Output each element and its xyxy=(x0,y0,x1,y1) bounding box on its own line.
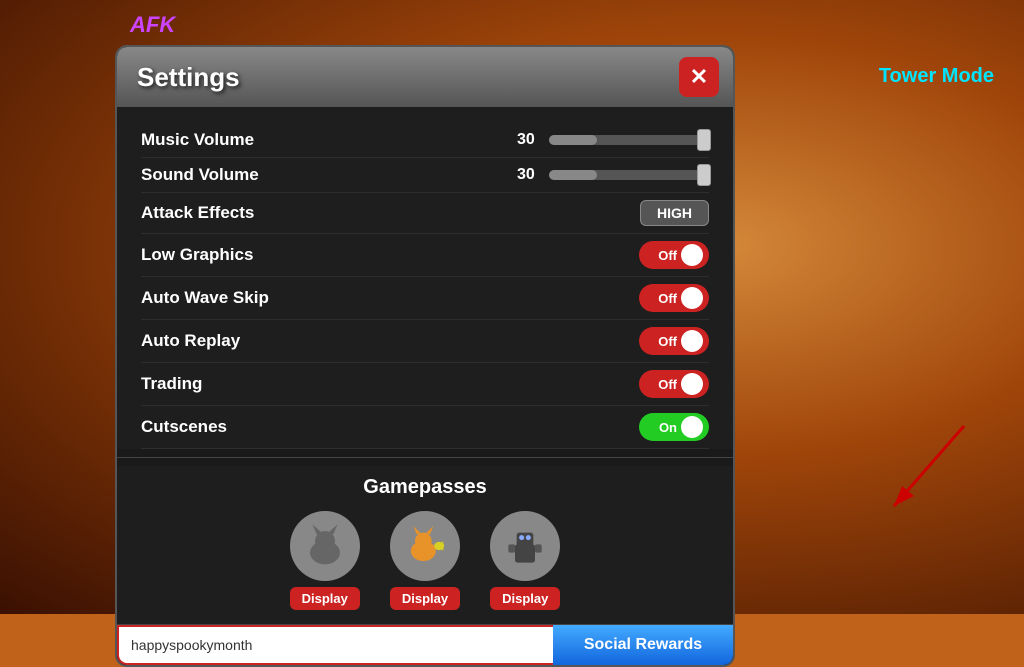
trading-toggle-knob xyxy=(681,373,703,395)
gamepass-display-button-2[interactable]: Display xyxy=(390,587,460,610)
trading-label: Trading xyxy=(141,374,202,394)
auto-wave-skip-toggle[interactable]: Off xyxy=(639,284,709,312)
auto-replay-toggle-knob xyxy=(681,330,703,352)
auto-wave-skip-toggle-label: Off xyxy=(658,291,677,306)
music-volume-label: Music Volume xyxy=(141,130,254,150)
auto-replay-toggle-label: Off xyxy=(658,334,677,349)
attack-effects-row: Attack Effects HIGH xyxy=(141,193,709,234)
gamepass-item-3: Display xyxy=(490,511,560,610)
gamepass-item-1: Display xyxy=(290,511,360,610)
gamepasses-row: Display Displ xyxy=(141,511,709,610)
divider xyxy=(117,457,733,458)
cutscenes-toggle[interactable]: On xyxy=(639,413,709,441)
attack-effects-label: Attack Effects xyxy=(141,203,254,223)
auto-wave-skip-toggle-knob xyxy=(681,287,703,309)
low-graphics-toggle-label: Off xyxy=(658,248,677,263)
sound-volume-label: Sound Volume xyxy=(141,165,259,185)
close-button[interactable]: ✕ xyxy=(679,57,719,97)
music-volume-value: 30 xyxy=(517,131,541,149)
trading-row: Trading Off xyxy=(141,363,709,406)
attack-effects-control: HIGH xyxy=(640,200,709,226)
cutscenes-toggle-label: On xyxy=(659,420,677,435)
music-volume-row: Music Volume 30 xyxy=(141,123,709,158)
cutscenes-toggle-knob xyxy=(681,416,703,438)
cutscenes-row: Cutscenes On xyxy=(141,406,709,449)
gamepass-item-2: Display xyxy=(390,511,460,610)
afk-label: AFK xyxy=(130,12,175,38)
low-graphics-toggle[interactable]: Off xyxy=(639,241,709,269)
low-graphics-row: Low Graphics Off xyxy=(141,234,709,277)
gamepass-icon-3 xyxy=(490,511,560,581)
settings-dialog: Settings ✕ Music Volume 30 Sound Volume … xyxy=(115,45,735,667)
gamepasses-section: Gamepasses Display xyxy=(117,466,733,624)
gamepass-icon-2 xyxy=(390,511,460,581)
sound-volume-control: 30 xyxy=(517,166,709,184)
tower-mode-label: Tower Mode xyxy=(879,65,994,88)
settings-title: Settings xyxy=(137,62,240,93)
auto-replay-toggle[interactable]: Off xyxy=(639,327,709,355)
gamepass-display-button-3[interactable]: Display xyxy=(490,587,560,610)
promo-code-input[interactable] xyxy=(117,625,553,665)
auto-replay-row: Auto Replay Off xyxy=(141,320,709,363)
auto-wave-skip-label: Auto Wave Skip xyxy=(141,288,269,308)
trading-toggle[interactable]: Off xyxy=(639,370,709,398)
attack-effects-button[interactable]: HIGH xyxy=(640,200,709,226)
music-volume-slider[interactable] xyxy=(549,135,709,145)
sound-volume-value: 30 xyxy=(517,166,541,184)
auto-replay-label: Auto Replay xyxy=(141,331,240,351)
gamepasses-title: Gamepasses xyxy=(141,476,709,499)
sound-volume-row: Sound Volume 30 xyxy=(141,158,709,193)
trading-toggle-label: Off xyxy=(658,377,677,392)
cutscenes-label: Cutscenes xyxy=(141,417,227,437)
bottom-bar: Social Rewards xyxy=(117,624,733,665)
gamepass-display-button-1[interactable]: Display xyxy=(290,587,360,610)
social-rewards-button[interactable]: Social Rewards xyxy=(553,625,733,665)
settings-header: Settings ✕ xyxy=(117,47,733,107)
low-graphics-label: Low Graphics xyxy=(141,245,253,265)
sound-volume-slider[interactable] xyxy=(549,170,709,180)
auto-wave-skip-row: Auto Wave Skip Off xyxy=(141,277,709,320)
settings-body: Music Volume 30 Sound Volume 30 xyxy=(117,107,733,449)
music-volume-control: 30 xyxy=(517,131,709,149)
gamepass-icon-1 xyxy=(290,511,360,581)
low-graphics-toggle-knob xyxy=(681,244,703,266)
